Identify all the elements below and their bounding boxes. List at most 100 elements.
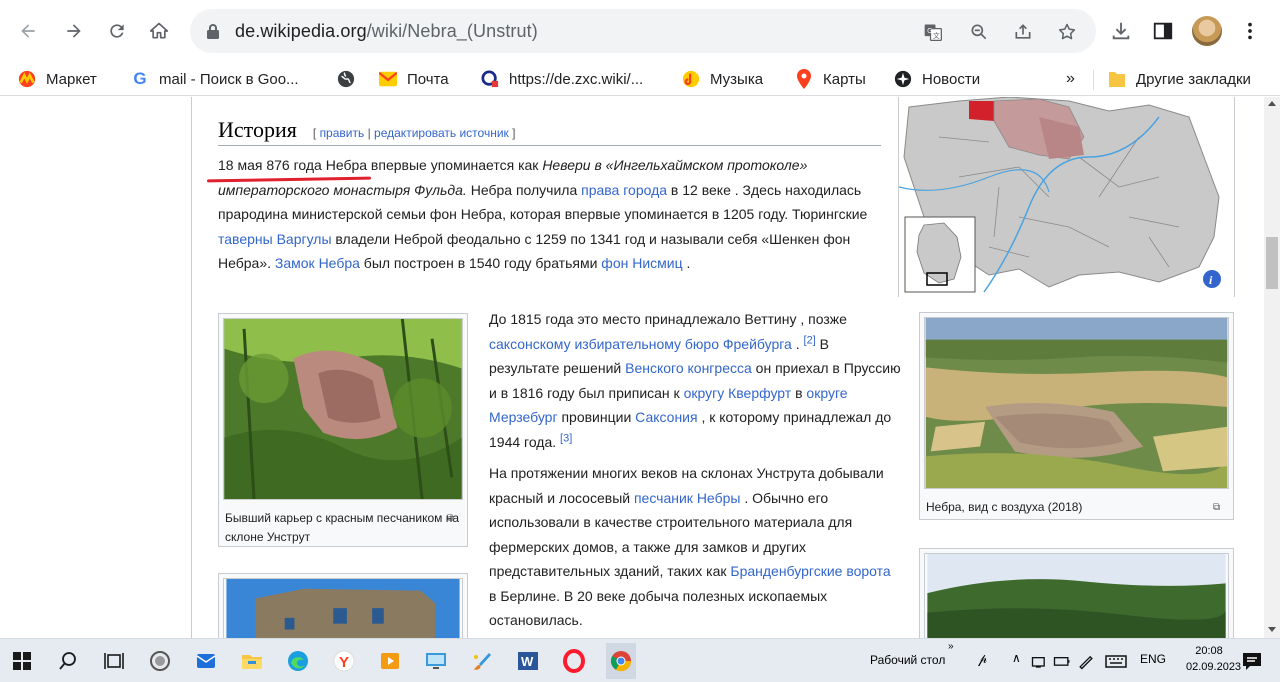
url-path: /wiki/Nebra_(Unstrut)	[366, 21, 538, 41]
taskbar-app-monitor[interactable]	[422, 647, 450, 675]
home-icon	[149, 22, 169, 39]
taskbar-app-circle[interactable]	[146, 647, 174, 675]
reference-2[interactable]: [2]	[804, 334, 816, 346]
paragraph-2: До 1815 года это место принадлежало Ветт…	[489, 307, 901, 454]
forward-button[interactable]	[60, 17, 88, 45]
browser-menu-button[interactable]	[1237, 18, 1263, 44]
taskbar-app-paint[interactable]	[468, 647, 496, 675]
link-vargula[interactable]: таверны Варгулы	[218, 231, 332, 247]
bookmark-maps[interactable]: Карты	[795, 68, 866, 90]
other-bookmarks-folder[interactable]: Другие закладки	[1108, 68, 1251, 90]
windows-taskbar: Y W Рабочий стол » 𝓅 ∧ ENG 20:08 02.09.2…	[0, 638, 1280, 682]
scroll-down-arrow-icon[interactable]	[1268, 627, 1276, 632]
bookmark-market[interactable]: Маркет	[18, 68, 97, 90]
bookmark-music[interactable]: Музыка	[682, 68, 763, 90]
notification-icon	[1243, 653, 1261, 670]
monitor-app-icon	[426, 653, 446, 669]
back-button[interactable]	[14, 17, 42, 45]
page-viewport: История [ править | редактировать источн…	[0, 97, 1264, 638]
search-button[interactable]	[54, 647, 82, 675]
windows-logo-icon	[13, 652, 31, 670]
edit-separator: |	[367, 126, 371, 140]
desktop-toolbar-label[interactable]: Рабочий стол	[870, 653, 945, 667]
link-nebra-castle[interactable]: Замок Небра	[275, 255, 360, 271]
link-querfurt[interactable]: округу Кверфурт	[684, 385, 792, 401]
aerial-photo[interactable]	[924, 317, 1229, 489]
taskbar-app-opera[interactable]	[560, 647, 588, 675]
downloads-button[interactable]	[1108, 18, 1134, 44]
desktop-chevron[interactable]: »	[948, 641, 954, 652]
tray-pen[interactable]	[1076, 647, 1096, 675]
thumb-quarry: Бывший карьер с красным песчаником на ск…	[218, 313, 468, 547]
scroll-thumb[interactable]	[1266, 237, 1278, 289]
tray-network[interactable]	[1030, 647, 1050, 675]
taskbar-app-mail[interactable]	[192, 647, 220, 675]
link-saxon-office[interactable]: саксонскому избирательному бюро Фрейбург…	[489, 336, 792, 352]
quarry-photo[interactable]	[223, 318, 463, 500]
clock-date: 02.09.2023	[1186, 661, 1242, 673]
bookmark-mail-search[interactable]: G mail - Поиск в Goo...	[131, 68, 298, 90]
system-clock[interactable]: 20:08 02.09.2023	[1186, 643, 1242, 675]
url-text[interactable]: de.wikipedia.org/wiki/Nebra_(Unstrut)	[235, 21, 538, 42]
file-explorer-icon	[242, 655, 262, 669]
battery-icon	[1053, 657, 1070, 666]
media-player-icon	[381, 653, 399, 669]
start-button[interactable]	[8, 647, 36, 675]
link-brandenburg-gate[interactable]: Бранденбургские ворота	[730, 563, 890, 579]
news-icon	[894, 70, 912, 88]
thumb-aerial-caption: Небра, вид с воздуха (2018) ⧉	[924, 494, 1229, 519]
task-view-button[interactable]	[100, 647, 128, 675]
text: в Берлине. В 20 веке добыча полезных иск…	[489, 587, 828, 629]
lock-icon	[207, 24, 219, 39]
more-bookmarks-button[interactable]: »	[1066, 68, 1075, 90]
home-button[interactable]	[145, 17, 173, 45]
tray-keyboard[interactable]	[1104, 647, 1128, 675]
address-bar[interactable]: de.wikipedia.org/wiki/Nebra_(Unstrut) G文	[190, 9, 1096, 53]
side-panel-button[interactable]	[1150, 18, 1176, 44]
share-button[interactable]	[1012, 21, 1034, 43]
reference-3[interactable]: [3]	[560, 432, 572, 444]
enlarge-icon[interactable]: ⧉	[1213, 498, 1227, 513]
zoom-button[interactable]	[968, 21, 990, 43]
scroll-up-arrow-icon[interactable]	[1268, 101, 1276, 106]
enlarge-icon[interactable]: ⧉	[447, 509, 461, 524]
link-nebra-sandstone[interactable]: песчаник Небры	[634, 490, 740, 506]
bookmark-zxc-wiki[interactable]: https://de.zxc.wiki/...	[481, 68, 643, 90]
link-nismitz[interactable]: фон Нисмиц	[601, 255, 682, 271]
link-vienna-congress[interactable]: Венского конгресса	[625, 360, 752, 376]
taskbar-app-edge[interactable]	[284, 647, 312, 675]
translate-button[interactable]: G文	[922, 21, 944, 43]
bookmark-globe[interactable]	[337, 68, 365, 90]
tray-battery[interactable]	[1052, 647, 1072, 675]
edit-link[interactable]: править	[320, 126, 365, 140]
notifications-button[interactable]	[1238, 647, 1266, 675]
bookmark-label: https://de.zxc.wiki/...	[509, 70, 644, 88]
edit-source-link[interactable]: редактировать источник	[374, 126, 509, 140]
ruin-photo[interactable]	[223, 578, 463, 638]
zoom-magnifier-icon	[971, 24, 987, 40]
reload-button[interactable]	[103, 17, 131, 45]
taskbar-app-word[interactable]: W	[514, 647, 542, 675]
taskbar-app-media[interactable]	[376, 647, 404, 675]
tray-overflow-icon[interactable]: ∧	[1012, 651, 1021, 665]
bookmark-news[interactable]: Новости	[894, 68, 980, 90]
link-saxony[interactable]: Саксония	[635, 409, 697, 425]
profile-avatar[interactable]	[1192, 16, 1222, 46]
location-map[interactable]: i	[898, 97, 1235, 297]
pen-keyboard-icon[interactable]: 𝓅	[978, 651, 987, 667]
download-icon	[1112, 22, 1130, 40]
side-panel-icon	[1153, 22, 1173, 40]
thumb-forest	[919, 548, 1234, 638]
text: До 1815 года это место принадлежало Ветт…	[489, 311, 847, 327]
input-language[interactable]: ENG	[1140, 652, 1166, 666]
paint-brush-icon	[474, 653, 491, 670]
text: .	[682, 255, 691, 271]
taskbar-app-explorer[interactable]	[238, 647, 266, 675]
bookmark-mail[interactable]: Почта	[379, 68, 449, 90]
link-town-rights[interactable]: права города	[581, 182, 667, 198]
page-scrollbar[interactable]	[1264, 97, 1280, 638]
taskbar-app-chrome[interactable]	[606, 643, 636, 679]
forest-photo[interactable]	[924, 553, 1229, 638]
bookmark-star-button[interactable]	[1056, 21, 1078, 43]
taskbar-app-yandex[interactable]: Y	[330, 647, 358, 675]
